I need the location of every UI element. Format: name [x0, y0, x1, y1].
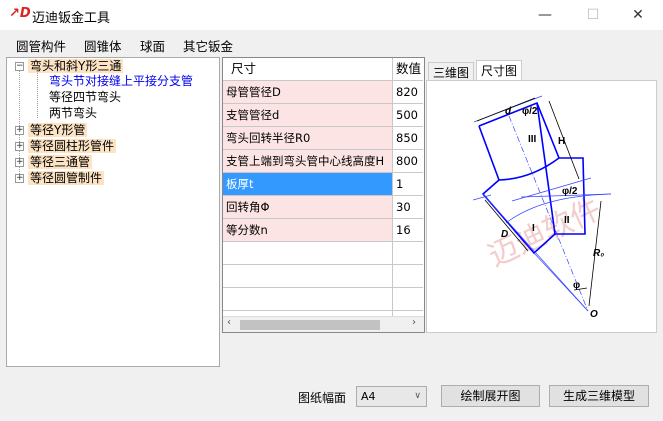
paper-size-label: 图纸幅面 — [298, 391, 347, 405]
horizontal-scrollbar[interactable]: ‹ › — [223, 316, 424, 332]
menu-sphere[interactable]: 球面 — [140, 36, 165, 55]
label-H: H — [558, 136, 565, 147]
table-row[interactable]: 等分数n 16 — [223, 219, 423, 242]
maximize-button[interactable]: ☐ — [570, 0, 616, 30]
label-O: O — [590, 309, 598, 320]
cell-value[interactable]: 850 — [394, 127, 423, 149]
cell-name: 弯头回转半径R0 — [223, 127, 393, 149]
empty-row — [223, 288, 423, 311]
header-value: 数值 — [396, 61, 422, 76]
table-row[interactable]: 回转角Φ 30 — [223, 196, 423, 219]
category-tree[interactable]: − 弯头和斜Y形三通 弯头节对接缝上平接分支管 等径四节弯头 两节弯头 + 等径… — [6, 57, 220, 367]
menu-bar: 圆管构件 圆锥体 球面 其它钣金 — [0, 30, 663, 57]
window-title: 迈迪钣金工具 — [32, 11, 111, 26]
tree-item[interactable]: 等径四节弯头 — [49, 90, 121, 105]
expand-toggle[interactable]: + — [15, 174, 24, 183]
tab-dimension-drawing[interactable]: 尺寸图 — [476, 60, 523, 81]
cell-name: 等分数n — [223, 219, 393, 241]
label-phi-half-mid: φ/2 — [562, 186, 578, 197]
tree-line — [37, 70, 38, 118]
empty-row — [223, 265, 423, 288]
app-logo-icon: ↗D — [9, 6, 31, 21]
title-bar: ↗D 迈迪钣金工具 — ☐ ✕ — [0, 0, 663, 30]
table-row[interactable]: 母管管径D 820 — [223, 81, 423, 104]
paper-size-select[interactable]: A4 ∨ — [356, 386, 427, 407]
cell-name: 回转角Φ — [223, 196, 393, 218]
empty-row — [223, 242, 423, 265]
cell-value[interactable]: 1 — [394, 173, 423, 195]
dimension-diagram: 迈迪软件 d φ/2 H III φ/2 II I D R₀ φ O — [472, 95, 612, 320]
cell-value[interactable]: 820 — [394, 81, 423, 103]
cell-name: 板厚t — [223, 173, 393, 195]
label-II: II — [564, 215, 570, 226]
table-row[interactable]: 弯头回转半径R0 850 — [223, 127, 423, 150]
view-tabs: 三维图 尺寸图 迈迪软件 d φ/2 H III φ/2 II I D R₀ φ… — [426, 60, 657, 333]
cell-name: 母管管径D — [223, 81, 393, 103]
paper-size-value: A4 — [361, 390, 376, 403]
cell-value[interactable]: 800 — [394, 150, 423, 172]
cell-name: 支管管径d — [223, 104, 393, 126]
menu-cone[interactable]: 圆锥体 — [84, 36, 122, 55]
scroll-left-icon[interactable]: ‹ — [227, 317, 231, 328]
scroll-right-icon[interactable]: › — [412, 317, 416, 328]
dimension-drawing-panel: 迈迪软件 d φ/2 H III φ/2 II I D R₀ φ O — [426, 80, 657, 333]
draw-unfold-button[interactable]: 绘制展开图 — [441, 385, 540, 407]
tab-3d-view[interactable]: 三维图 — [428, 62, 475, 81]
generate-3d-model-button[interactable]: 生成三维模型 — [549, 385, 649, 407]
collapse-toggle[interactable]: − — [15, 62, 24, 71]
table-header: 尺寸 数值 — [223, 58, 423, 81]
tree-item[interactable]: 两节弯头 — [49, 106, 97, 121]
tree-item[interactable]: 等径圆管制件 — [28, 171, 105, 186]
cell-value[interactable]: 16 — [394, 219, 423, 241]
table-row[interactable]: 支管上端到弯头管中心线高度H 800 — [223, 150, 423, 173]
tree-item-selected[interactable]: 弯头节对接缝上平接分支管 — [49, 74, 193, 89]
tree-item-elbow-tee[interactable]: 弯头和斜Y形三通 — [28, 59, 124, 74]
label-phi-half-top: φ/2 — [522, 106, 538, 117]
label-R0: R₀ — [593, 248, 604, 259]
label-phi: φ — [573, 280, 580, 291]
table-row[interactable]: 支管管径d 500 — [223, 104, 423, 127]
menu-other-sheet-metal[interactable]: 其它钣金 — [183, 36, 233, 55]
tree-item[interactable]: 等径三通管 — [28, 155, 93, 170]
dimension-table[interactable]: 尺寸 数值 母管管径D 820 支管管径d 500 弯头回转半径R0 850 支管上端… — [222, 57, 425, 333]
label-d: d — [505, 106, 512, 117]
label-I: I — [532, 223, 535, 234]
cell-name: 支管上端到弯头管中心线高度H — [223, 150, 393, 172]
menu-pipe-components[interactable]: 圆管构件 — [16, 36, 66, 55]
header-dimension: 尺寸 — [223, 58, 393, 80]
tree-item[interactable]: 等径Y形管 — [28, 123, 88, 138]
label-D: D — [501, 229, 508, 240]
close-button[interactable]: ✕ — [615, 0, 661, 30]
label-III: III — [528, 134, 537, 145]
expand-toggle[interactable]: + — [15, 158, 24, 167]
expand-toggle[interactable]: + — [15, 126, 24, 135]
expand-toggle[interactable]: + — [15, 142, 24, 151]
cell-value[interactable]: 500 — [394, 104, 423, 126]
tree-item[interactable]: 等径圆柱形管件 — [28, 139, 117, 154]
scrollbar-thumb[interactable] — [240, 320, 380, 330]
cell-value[interactable]: 30 — [394, 196, 423, 218]
minimize-button[interactable]: — — [522, 0, 568, 30]
chevron-down-icon: ∨ — [414, 391, 421, 401]
table-row-selected[interactable]: 板厚t 1 — [223, 173, 423, 196]
